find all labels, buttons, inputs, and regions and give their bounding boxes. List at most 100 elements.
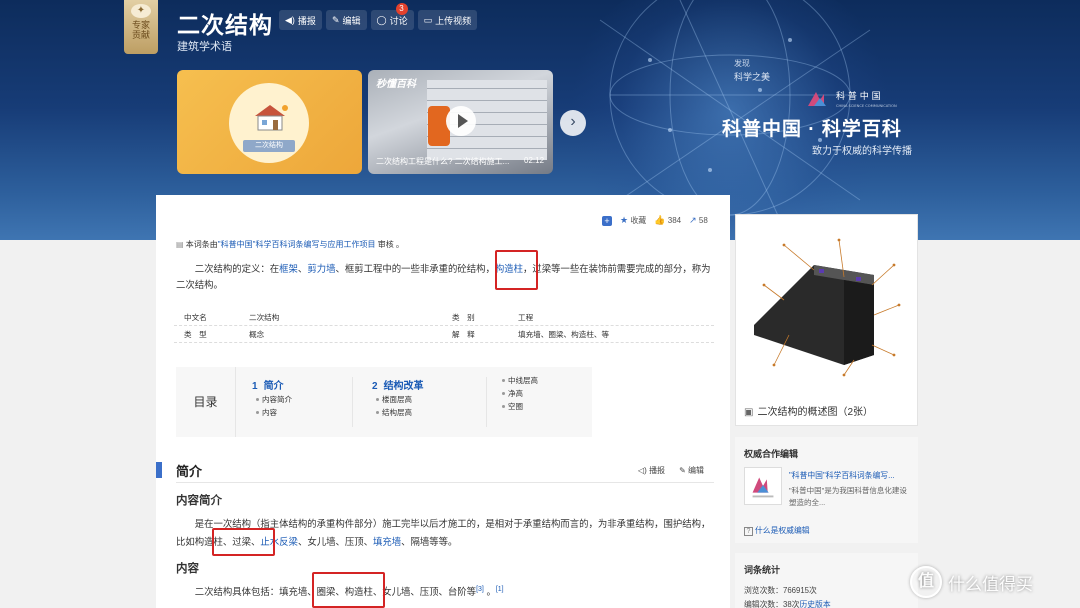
content-text-4: 。 xyxy=(483,586,496,598)
attr-key: 解 释 xyxy=(452,330,475,339)
album-caption-text: 二次结构的概述图（2张） xyxy=(757,407,874,418)
attribute-row: 类 型 概念 解 释 填充墙、圈梁、构造柱、等 xyxy=(174,326,714,343)
attr-key: 类 型 xyxy=(184,330,207,339)
what-is-authority-link[interactable]: ? 什么是权威编辑 xyxy=(744,525,810,536)
toc-section-1: 1 简介 内容简介 内容 xyxy=(252,377,292,418)
badge-line-1: 专家 xyxy=(131,20,150,30)
image-album-card[interactable]: ▣ 二次结构的概述图（2张） xyxy=(735,214,918,426)
review-note: ▤ 本词条由"科普中国"科学百科词条编写与应用工作项目 审核 。 xyxy=(176,239,404,250)
page-subtitle: 建筑学术语 xyxy=(177,41,232,53)
house-illustration-icon xyxy=(255,105,288,131)
page-root: ✦ 专家 贡献 二次结构 建筑学术语 ◀) 播报 ✎ 编辑 ◯ 讨论 3 ▭ 上… xyxy=(0,0,1080,608)
question-icon: ? xyxy=(744,527,753,536)
video-duration: 02:12 xyxy=(524,156,545,165)
what-is-label: 什么是权威编辑 xyxy=(755,526,810,535)
review-org-link[interactable]: "科普中国"科学百科词条编写与应用工作项目 xyxy=(218,240,376,249)
attr-key: 类 别 xyxy=(452,313,475,322)
expert-contribution-badge[interactable]: ✦ 专家 贡献 xyxy=(124,0,158,54)
like-action[interactable]: 👍 384 xyxy=(654,215,681,226)
album-caption: ▣ 二次结构的概述图（2张） xyxy=(744,403,873,418)
kepu-china-logo: 科 普 中 国 CHINA SCIENCE COMMUNICATION xyxy=(808,90,897,108)
org-description: "科普中国"是为我国科普信息化建设塑造的全... xyxy=(789,486,907,507)
link-shear-wall[interactable]: 剪力墙 xyxy=(307,263,335,274)
def-text-3: 、框剪工程中的一些非承重的砼结构， xyxy=(335,263,495,274)
toc-num: 1 xyxy=(252,381,258,392)
page-title: 二次结构 xyxy=(177,12,273,38)
subsection-intro-title: 内容简介 xyxy=(176,495,222,507)
add-icon[interactable]: + xyxy=(602,215,612,226)
section-marker xyxy=(156,462,162,478)
chat-bubble-icon: ◯ xyxy=(376,14,387,25)
reference-mark[interactable]: [3] xyxy=(476,586,484,593)
section-edit-button[interactable]: ✎ 编辑 xyxy=(679,465,704,476)
edits-value: 38次 xyxy=(782,600,800,608)
toc-sub-link[interactable]: 内容 xyxy=(252,407,292,418)
intro-text-4: 、女儿墙、压顶、 xyxy=(297,536,373,547)
section-play-button[interactable]: ◁) 播报 xyxy=(638,465,665,476)
badge-line-2: 贡献 xyxy=(131,30,150,40)
discover-label: 发现 xyxy=(734,59,750,68)
video-card[interactable]: 秒懂百科 二次结构工程是什么? 二次结构施工... 02:12 xyxy=(368,70,553,174)
discuss-button[interactable]: ◯ 讨论 3 xyxy=(370,3,414,30)
attr-value: 填充墙、圈梁、构造柱、等 xyxy=(518,330,610,339)
toc-sub-link[interactable]: 内容简介 xyxy=(252,394,292,405)
link-infill-wall[interactable]: 填充墙 xyxy=(373,536,401,547)
attribute-row: 中文名 二次结构 类 别 工程 xyxy=(174,309,714,326)
next-arrow-icon[interactable]: › xyxy=(560,110,586,136)
kepu-org-logo[interactable] xyxy=(744,467,782,505)
authority-editor-card: 权威合作编辑 "科普中国"科学百科词条编写... "科普中国"是为我国科普信息化… xyxy=(735,437,918,543)
review-prefix: 本词条由 xyxy=(185,240,218,249)
toc-sub-link[interactable]: 中线层高 xyxy=(498,375,538,386)
overview-card-label: 二次结构 xyxy=(243,140,295,152)
upload-video-button[interactable]: ▭ 上传视频 xyxy=(417,10,478,30)
play-video-icon[interactable] xyxy=(446,106,476,136)
play-button[interactable]: ◀) 播报 xyxy=(279,10,322,30)
toc-link-intro[interactable]: 1 简介 xyxy=(252,377,292,392)
entry-stats-card: 词条统计 浏览次数：766915次 编辑次数：38次历史版本 xyxy=(735,553,918,608)
thumbs-up-icon: 👍 xyxy=(654,215,666,225)
views-label: 浏览次数： xyxy=(744,586,783,595)
section-play-label: 播报 xyxy=(649,466,666,475)
subsection-content-title: 内容 xyxy=(176,563,199,575)
brand-title: 科普中国 · 科学百科 xyxy=(722,119,902,140)
toc-section-2-more: 中线层高 净高 空圈 xyxy=(498,373,538,412)
authority-title: 权威合作编辑 xyxy=(744,449,799,459)
smzdm-watermark: 值 什么值得买 xyxy=(910,566,1033,598)
play-label: 播报 xyxy=(297,15,316,26)
section-divider xyxy=(176,482,714,483)
highlight-box-intro xyxy=(212,528,275,556)
toc-sub-link[interactable]: 空圈 xyxy=(498,401,538,412)
stats-title: 词条统计 xyxy=(744,565,781,575)
header-toolbar: ◀) 播报 ✎ 编辑 ◯ 讨论 3 ▭ 上传视频 xyxy=(279,3,478,30)
toc-link-reform[interactable]: 2 结构改革 xyxy=(372,377,424,392)
section-actions: ◁) 播报 ✎ 编辑 xyxy=(638,465,704,476)
article-actions: + ★ 收藏 👍 384 ↗ 58 xyxy=(602,215,708,226)
edit-button[interactable]: ✎ 编辑 xyxy=(325,10,367,30)
toc-num: 2 xyxy=(372,381,378,392)
content-text-3: 、女儿墙、压顶、台阶等 xyxy=(372,586,477,598)
toc-sub-link[interactable]: 结构层高 xyxy=(372,407,424,418)
toc-section-2: 2 结构改革 楼面层高 结构层高 xyxy=(372,377,424,418)
logo-text: 科 普 中 国 xyxy=(836,90,881,102)
favorite-action[interactable]: ★ 收藏 xyxy=(620,215,646,226)
toc-heading: 结构改革 xyxy=(383,381,424,392)
toc-sub-link[interactable]: 净高 xyxy=(498,388,538,399)
toc-title: 目录 xyxy=(176,367,236,437)
link-frame[interactable]: 框架 xyxy=(279,263,298,274)
section-title: 简介 xyxy=(176,464,203,479)
history-link[interactable]: 历史版本 xyxy=(799,600,830,608)
reference-mark[interactable]: [1] xyxy=(496,586,504,593)
toc-sub-link[interactable]: 楼面层高 xyxy=(372,394,424,405)
attribute-table: 中文名 二次结构 类 别 工程 类 型 概念 解 释 填充墙、圈梁、构造柱、等 xyxy=(174,309,714,343)
org-name-link[interactable]: "科普中国"科学百科词条编写... xyxy=(789,470,895,481)
medal-icon: ✦ xyxy=(131,4,151,18)
overview-card[interactable]: 二次结构 xyxy=(177,70,362,174)
attr-key: 中文名 xyxy=(184,313,207,322)
content-text-1: 二次结构具体包括：填充墙、 xyxy=(194,586,317,598)
share-action[interactable]: ↗ 58 xyxy=(689,215,708,226)
toc-divider xyxy=(352,377,353,427)
def-text-1: 二次结构的定义：在 xyxy=(194,263,280,274)
pencil-icon: ✎ xyxy=(331,14,340,25)
speaker-icon: ◁) xyxy=(638,466,647,475)
watermark-text: 什么值得买 xyxy=(948,574,1033,594)
